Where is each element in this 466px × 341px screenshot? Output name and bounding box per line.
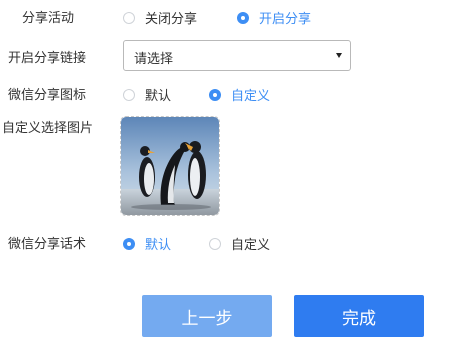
radio-checked-icon [209,88,221,101]
wechat-text-label: 微信分享话术 [8,237,87,252]
dropdown-arrow-icon [336,53,342,58]
previous-step-button[interactable]: 上一步 [142,295,272,337]
wechat-icon-custom-label: 自定义 [231,89,271,104]
share-link-select-value: 请选择 [134,52,174,67]
wechat-icon-label: 微信分享图标 [8,88,87,103]
wechat-text-custom-radio[interactable]: 自定义 [209,234,270,253]
finish-button[interactable]: 完成 [294,295,424,337]
share-activity-label: 分享活动 [22,11,75,26]
radio-circle-icon [123,11,135,24]
wechat-text-default-radio[interactable]: 默认 [123,234,171,253]
share-off-radio[interactable]: 关闭分享 [123,8,197,27]
wechat-icon-default-label: 默认 [145,89,172,104]
wechat-icon-custom-radio[interactable]: 自定义 [209,85,270,104]
share-on-radio[interactable]: 开启分享 [237,8,311,27]
radio-checked-icon [237,11,249,24]
share-off-label: 关闭分享 [145,12,198,27]
wechat-icon-default-radio[interactable]: 默认 [123,85,171,104]
share-link-label: 开启分享链接 [8,51,87,66]
share-on-label: 开启分享 [259,12,312,27]
penguins-image [121,117,219,215]
custom-image-label: 自定义选择图片 [2,121,94,136]
share-link-select[interactable]: 请选择 [123,40,351,71]
radio-circle-icon [123,88,135,101]
wechat-text-default-label: 默认 [145,238,172,253]
radio-circle-icon [209,237,221,250]
custom-image-upload[interactable] [120,116,220,216]
radio-checked-icon [123,237,135,250]
wechat-text-custom-label: 自定义 [231,238,271,253]
